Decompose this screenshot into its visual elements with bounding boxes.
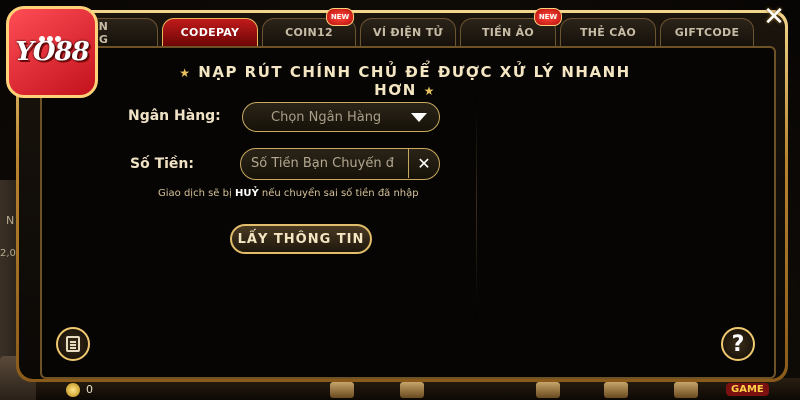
logo-dice-dots (39, 27, 69, 42)
menu-icon-5[interactable] (674, 382, 698, 398)
star-icon: ★ (179, 66, 192, 80)
amount-field-wrap: ✕ (240, 148, 440, 180)
notes-button[interactable] (56, 327, 90, 361)
star-icon: ★ (423, 84, 436, 98)
menu-icon-4[interactable] (604, 382, 628, 398)
game-button[interactable]: GAME (726, 383, 769, 396)
tab-giftcode[interactable]: GIFTCODE (660, 18, 754, 46)
background-letter: N (6, 214, 15, 227)
bank-label: Ngân Hàng: (128, 108, 221, 124)
caret-down-icon (411, 113, 427, 122)
tab-label: THẺ CÀO (579, 26, 637, 39)
amount-label: Số Tiền: (130, 156, 194, 172)
tab-label: CODEPAY (180, 26, 240, 39)
bank-select[interactable]: Chọn Ngân Hàng (242, 102, 440, 132)
tab-bar: NGÂN HÀNG CODEPAY COIN12 VÍ ĐIỆN TỬ TIỀN… (70, 8, 770, 46)
tab-label: VÍ ĐIỆN TỬ (373, 26, 443, 39)
logo-text: YO88 (15, 37, 89, 67)
close-icon[interactable]: ✕ (752, 2, 796, 32)
warning-note: Giao dịch sẽ bị HUỶ nếu chuyển sai số ti… (158, 188, 419, 199)
tab-label: GIFTCODE (674, 26, 740, 39)
tab-vi-dien-tu[interactable]: VÍ ĐIỆN TỬ (360, 18, 456, 46)
amount-input[interactable] (251, 149, 409, 178)
tab-label: COIN12 (285, 26, 333, 39)
tab-the-cao[interactable]: THẺ CÀO (560, 18, 656, 46)
note-emphasis: HUỶ (234, 188, 259, 199)
menu-icon-3[interactable] (536, 382, 560, 398)
yo88-logo: YO88 (6, 6, 98, 98)
heading-text: NẠP RÚT CHÍNH CHỦ ĐỂ ĐƯỢC XỬ LÝ NHANH HƠ… (198, 63, 631, 99)
panel-divider (476, 96, 477, 316)
menu-icon-1[interactable] (330, 382, 354, 398)
help-icon: ? (731, 331, 745, 357)
balance-value: 0 (86, 383, 93, 396)
new-badge: NEW (534, 8, 562, 26)
note-text: Giao dịch sẽ bị (158, 188, 232, 199)
coin-icon (66, 383, 80, 397)
help-button[interactable]: ? (721, 327, 755, 361)
get-info-button[interactable]: LẤY THÔNG TIN (230, 224, 372, 254)
tab-label: TIỀN ẢO (481, 26, 535, 39)
notes-icon (66, 336, 80, 352)
new-badge: NEW (326, 8, 354, 26)
bank-select-value: Chọn Ngân Hàng (271, 109, 382, 125)
page-heading: ★ NẠP RÚT CHÍNH CHỦ ĐỂ ĐƯỢC XỬ LÝ NHANH … (160, 63, 650, 99)
note-text: nếu chuyển sai số tiền đã nhập (261, 188, 419, 199)
menu-icon-2[interactable] (400, 382, 424, 398)
clear-x-icon[interactable]: ✕ (408, 149, 439, 178)
tab-codepay[interactable]: CODEPAY (162, 18, 258, 46)
